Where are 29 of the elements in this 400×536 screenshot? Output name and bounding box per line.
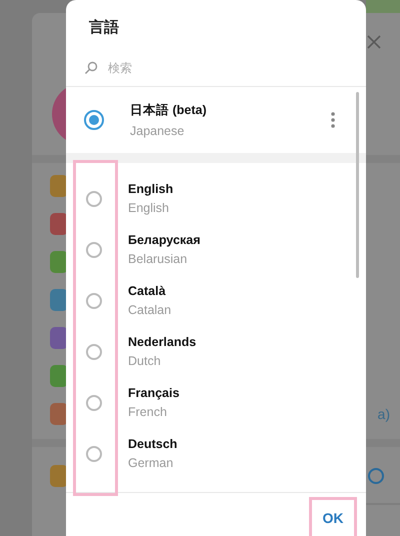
scrollbar[interactable]: [356, 92, 359, 278]
language-subtitle: Dutch: [128, 354, 162, 368]
language-name: Deutsch: [128, 437, 178, 451]
radio-button[interactable]: [86, 344, 102, 360]
search-icon: [84, 61, 98, 75]
language-subtitle: Belarusian: [128, 252, 188, 266]
language-subtitle: German: [128, 456, 174, 470]
language-name: 日本語 (beta): [130, 102, 208, 119]
language-subtitle: Catalan: [128, 303, 172, 317]
radio-button[interactable]: [86, 446, 102, 462]
radio-button[interactable]: [86, 242, 102, 258]
window-background: [366, 0, 400, 13]
radio-button[interactable]: [86, 190, 102, 206]
ok-button[interactable]: OK: [309, 497, 357, 536]
radio-button[interactable]: [368, 468, 384, 484]
language-name: English: [128, 182, 174, 196]
dialog-title: 言語: [88, 18, 120, 38]
language-subtitle: Japanese: [130, 124, 186, 138]
more-icon[interactable]: [331, 112, 335, 128]
radio-button[interactable]: [86, 292, 102, 308]
language-name: Català: [128, 284, 167, 298]
close-icon[interactable]: [366, 34, 382, 50]
language-name: Français: [128, 386, 180, 400]
language-subtitle: French: [128, 405, 168, 419]
radio-button[interactable]: [86, 394, 102, 410]
language-name: Беларуская: [128, 233, 202, 247]
language-name: Nederlands: [128, 335, 198, 349]
language-subtitle: English: [128, 201, 170, 215]
radio-button[interactable]: [84, 110, 104, 130]
